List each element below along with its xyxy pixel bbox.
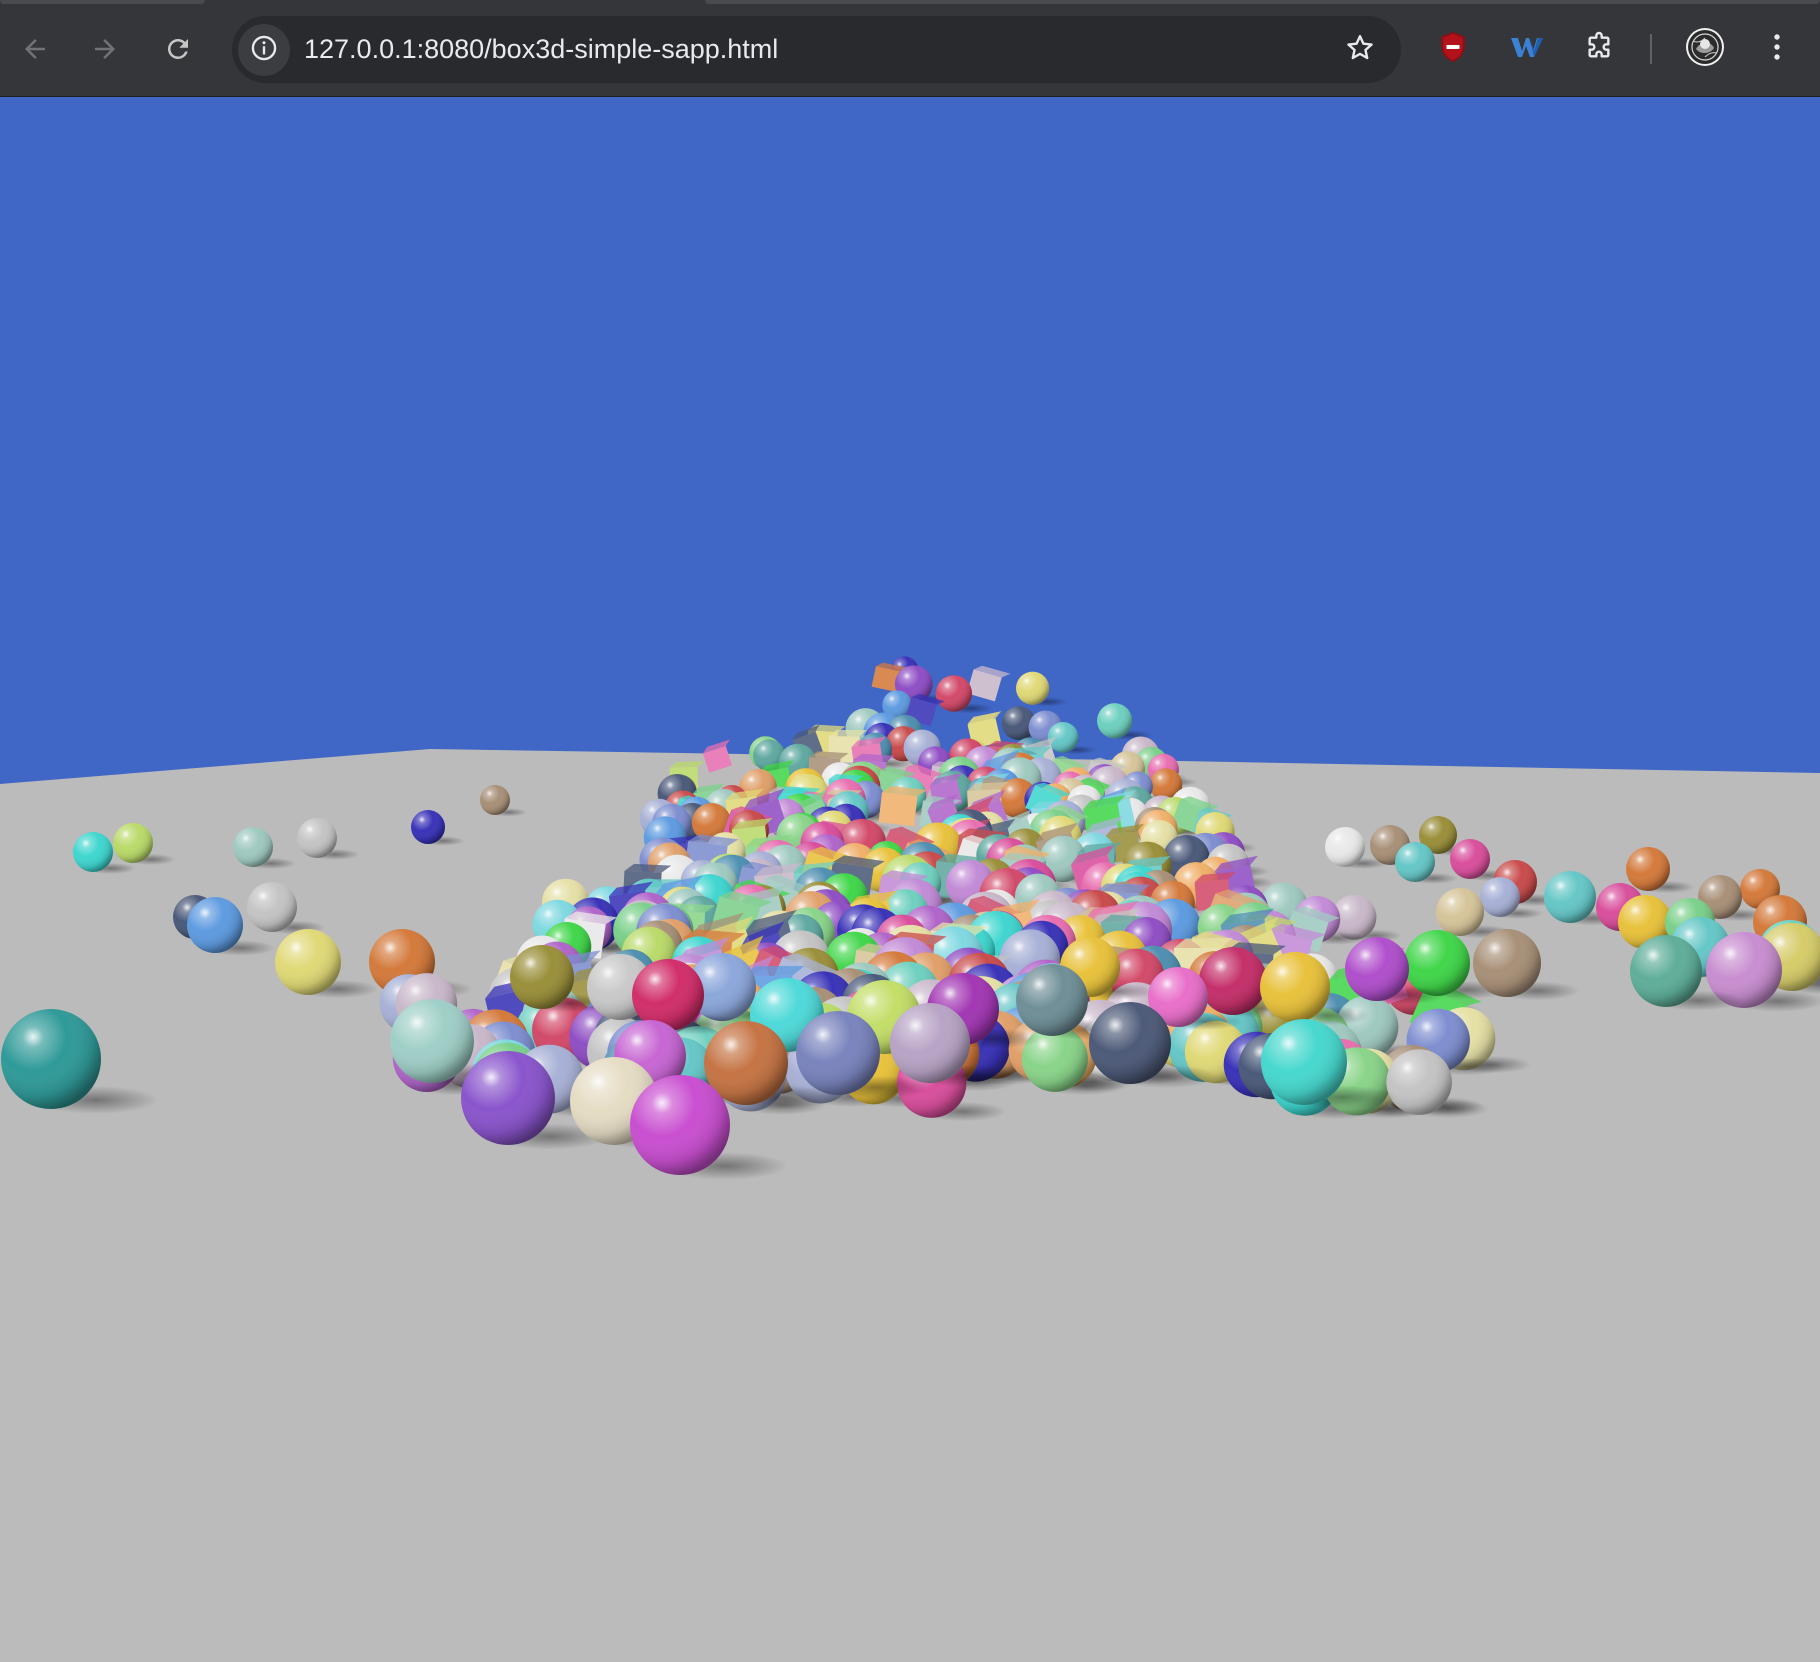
back-button[interactable] bbox=[10, 24, 60, 74]
profile-button[interactable] bbox=[1680, 24, 1730, 74]
shield-icon bbox=[1437, 30, 1469, 69]
puzzle-icon bbox=[1583, 31, 1615, 68]
bookmark-button[interactable] bbox=[1339, 29, 1381, 71]
toolbar-divider bbox=[1650, 34, 1652, 64]
kebab-menu-icon bbox=[1772, 32, 1782, 67]
star-icon bbox=[1344, 32, 1376, 69]
tab-strip-edge-left bbox=[0, 0, 205, 4]
w-extension-button[interactable] bbox=[1502, 24, 1552, 74]
arrow-right-icon bbox=[90, 34, 120, 64]
arrow-left-icon bbox=[20, 34, 50, 64]
reload-button[interactable] bbox=[153, 24, 203, 74]
browser-toolbar: 127.0.0.1:8080/box3d-simple-sapp.html bbox=[0, 0, 1820, 97]
forward-button[interactable] bbox=[80, 24, 130, 74]
info-icon bbox=[250, 34, 278, 67]
extensions-button[interactable] bbox=[1574, 24, 1624, 74]
site-info-button[interactable] bbox=[238, 24, 290, 76]
address-bar[interactable]: 127.0.0.1:8080/box3d-simple-sapp.html bbox=[232, 16, 1401, 83]
w-logo-icon bbox=[1510, 35, 1544, 64]
browser-window: 127.0.0.1:8080/box3d-simple-sapp.html bbox=[0, 0, 1820, 1662]
tab-strip-edge-right bbox=[705, 0, 1820, 4]
avatar-icon bbox=[1685, 27, 1725, 72]
browser-menu-button[interactable] bbox=[1752, 24, 1802, 74]
url-text[interactable]: 127.0.0.1:8080/box3d-simple-sapp.html bbox=[304, 16, 778, 83]
reload-icon bbox=[163, 34, 193, 64]
webgl-canvas[interactable] bbox=[0, 97, 1820, 1662]
shield-extension-button[interactable] bbox=[1428, 24, 1478, 74]
physics-scene bbox=[0, 97, 1820, 1662]
